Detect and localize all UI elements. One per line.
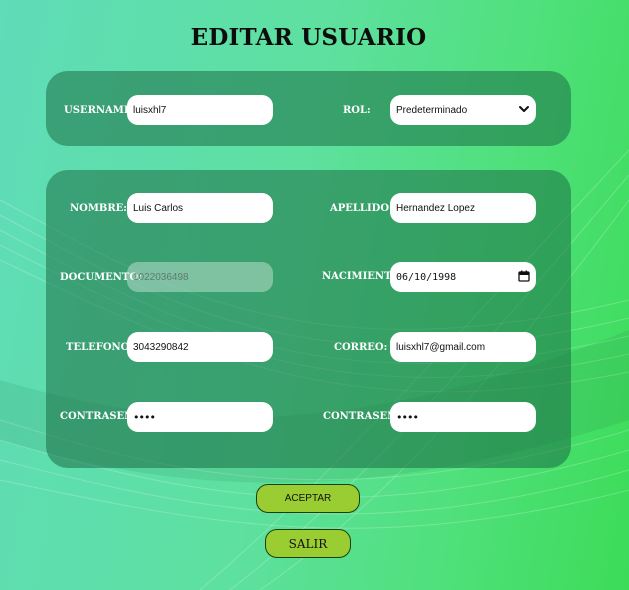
salir-button[interactable]: SALIR bbox=[265, 529, 351, 558]
nombre-input[interactable]: Luis Carlos bbox=[127, 193, 273, 223]
apellido-label: APELLIDO: bbox=[330, 203, 393, 214]
chevron-down-icon bbox=[518, 103, 530, 118]
documento-value: 1022036498 bbox=[133, 271, 189, 283]
contrasena-confirm-input[interactable]: •••• bbox=[390, 402, 536, 432]
contrasena-value: •••• bbox=[133, 410, 156, 424]
apellido-value: Hernandez Lopez bbox=[396, 202, 475, 214]
contrasena-confirm-value: •••• bbox=[396, 410, 419, 424]
telefono-input[interactable]: 3043290842 bbox=[127, 332, 273, 362]
apellido-input[interactable]: Hernandez Lopez bbox=[390, 193, 536, 223]
username-input[interactable]: luisxhl7 bbox=[127, 95, 273, 125]
correo-input[interactable]: luisxhl7@gmail.com bbox=[390, 332, 536, 362]
username-value: luisxhl7 bbox=[133, 104, 167, 116]
nombre-label: NOMBRE: bbox=[70, 203, 127, 214]
rol-label: ROL: bbox=[343, 105, 371, 116]
telefono-value: 3043290842 bbox=[133, 341, 189, 353]
nombre-value: Luis Carlos bbox=[133, 202, 184, 214]
calendar-icon[interactable] bbox=[518, 270, 530, 285]
correo-value: luisxhl7@gmail.com bbox=[396, 341, 486, 353]
contrasena-input[interactable]: •••• bbox=[127, 402, 273, 432]
page-title: EDITAR USUARIO bbox=[190, 24, 427, 51]
correo-label: CORREO: bbox=[334, 342, 388, 353]
aceptar-button[interactable]: ACEPTAR bbox=[256, 484, 360, 513]
documento-input: 1022036498 bbox=[127, 262, 273, 292]
nacimiento-value: 06/10/1998 bbox=[396, 271, 457, 283]
rol-select[interactable]: Predeterminado bbox=[390, 95, 536, 125]
username-label: USERNAME: bbox=[64, 105, 136, 116]
nacimiento-date-input[interactable]: 06/10/1998 bbox=[390, 262, 536, 292]
telefono-label: TELEFONO: bbox=[66, 342, 134, 353]
rol-selected-value: Predeterminado bbox=[396, 104, 468, 116]
